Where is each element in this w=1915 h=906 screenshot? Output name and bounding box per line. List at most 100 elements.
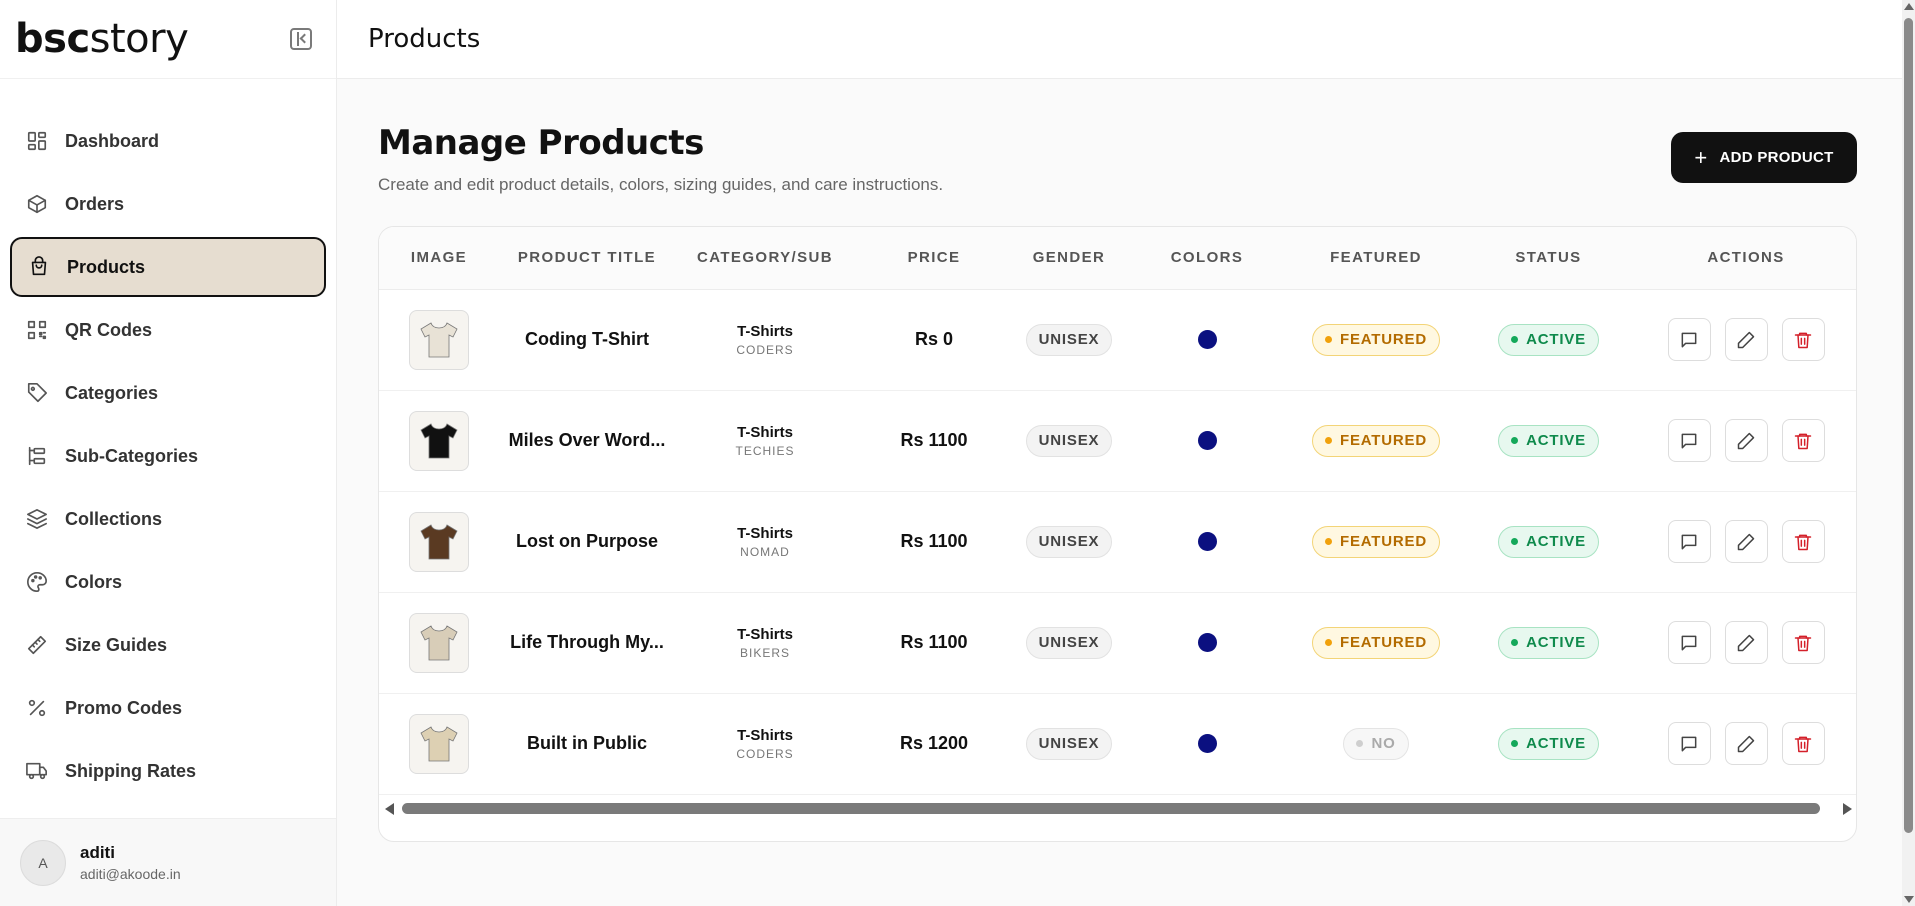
- scroll-up-icon[interactable]: [1904, 3, 1914, 10]
- product-thumbnail[interactable]: [409, 713, 469, 774]
- delete-button[interactable]: [1781, 722, 1825, 765]
- sidebar-item-shipping-rates[interactable]: Shipping Rates: [10, 741, 326, 801]
- pencil-icon: [1736, 431, 1756, 451]
- cell-category: T-Shirts CODERS: [675, 289, 855, 391]
- edit-button[interactable]: [1724, 419, 1768, 462]
- cell-title: Lost on Purpose: [499, 491, 675, 593]
- product-thumbnail[interactable]: [409, 309, 469, 370]
- product-price: Rs 0: [914, 329, 954, 349]
- table-row: Coding T-Shirt T-Shirts CODERS Rs 0 UNISEX FE…: [379, 289, 1856, 391]
- cell-image: [379, 289, 499, 391]
- cell-price: Rs 1100: [855, 592, 1013, 694]
- horizontal-scroll-thumb[interactable]: [402, 803, 1820, 814]
- featured-badge: FEATURED: [1312, 323, 1440, 356]
- sidebar-item-products[interactable]: Products: [10, 237, 326, 297]
- comment-button[interactable]: [1667, 520, 1711, 563]
- sidebar-item-sub-categories[interactable]: Sub-Categories: [10, 426, 326, 486]
- sidebar-item-colors[interactable]: Colors: [10, 552, 326, 612]
- message-icon: [1679, 330, 1699, 350]
- products-table-card: IMAGE PRODUCT TITLE CATEGORY/SUB PRICE GENDE…: [378, 226, 1857, 842]
- edit-button[interactable]: [1724, 722, 1768, 765]
- delete-button[interactable]: [1781, 520, 1825, 563]
- comment-button[interactable]: [1667, 621, 1711, 664]
- sidebar-item-categories[interactable]: Categories: [10, 363, 326, 423]
- delete-button[interactable]: [1781, 318, 1825, 361]
- add-product-button[interactable]: + ADD PRODUCT: [1671, 132, 1857, 183]
- vertical-scrollbar[interactable]: [1902, 0, 1915, 906]
- sidebar-nav: Dashboard Orders Products QR Codes Categorie…: [0, 79, 336, 801]
- product-category: T-Shirts: [737, 625, 793, 643]
- tshirt-image: [420, 321, 458, 357]
- comment-button[interactable]: [1667, 419, 1711, 462]
- message-icon: [1679, 431, 1699, 451]
- column-header-gender: GENDER: [1013, 227, 1125, 290]
- column-header-colors: COLORS: [1125, 227, 1289, 290]
- tshirt-image: [420, 523, 458, 559]
- cell-title: Built in Public: [499, 693, 675, 795]
- cell-category: T-Shirts CODERS: [675, 693, 855, 795]
- column-header-price: PRICE: [855, 227, 1013, 290]
- cell-gender: UNISEX: [1013, 592, 1125, 694]
- sidebar-collapse-icon[interactable]: [290, 28, 312, 50]
- column-header-category-sub: CATEGORY/SUB: [675, 227, 855, 290]
- color-swatch: [1197, 734, 1217, 753]
- message-icon: [1679, 633, 1699, 653]
- cell-gender: UNISEX: [1013, 491, 1125, 593]
- scroll-down-icon[interactable]: [1904, 896, 1914, 903]
- horizontal-scrollbar[interactable]: [379, 798, 1856, 818]
- product-thumbnail[interactable]: [409, 612, 469, 673]
- scroll-left-icon[interactable]: [385, 803, 394, 815]
- color-swatch: [1197, 633, 1217, 652]
- row-actions: [1634, 621, 1856, 664]
- product-thumbnail[interactable]: [409, 410, 469, 471]
- cell-image: [379, 491, 499, 593]
- vertical-scroll-thumb[interactable]: [1904, 18, 1913, 833]
- page-subtitle: Create and edit product details, colors,…: [378, 175, 944, 194]
- status-label: ACTIVE: [1526, 331, 1586, 348]
- delete-button[interactable]: [1781, 621, 1825, 664]
- sidebar-item-orders[interactable]: Orders: [10, 174, 326, 234]
- edit-button[interactable]: [1724, 318, 1768, 361]
- user-profile[interactable]: A aditi aditi@akoode.in: [0, 818, 336, 906]
- comment-button[interactable]: [1667, 318, 1711, 361]
- sidebar-item-size-guides[interactable]: Size Guides: [10, 615, 326, 675]
- scroll-right-icon[interactable]: [1843, 803, 1852, 815]
- message-icon: [1679, 532, 1699, 552]
- sidebar-item-promo-codes[interactable]: Promo Codes: [10, 678, 326, 738]
- sidebar-item-qr-codes[interactable]: QR Codes: [10, 300, 326, 360]
- table-header-row: IMAGE PRODUCT TITLE CATEGORY/SUB PRICE GENDE…: [379, 227, 1856, 290]
- status-badge: ACTIVE: [1498, 424, 1599, 457]
- column-header-product-title: PRODUCT TITLE: [499, 227, 675, 290]
- status-label: ACTIVE: [1526, 634, 1586, 651]
- sidebar-item-label: QR Codes: [65, 319, 153, 340]
- page-title: Manage Products: [378, 123, 704, 163]
- row-actions: [1634, 318, 1856, 361]
- logo[interactable]: bscstory: [15, 16, 189, 62]
- gender-badge: UNISEX: [1025, 727, 1113, 760]
- edit-button[interactable]: [1724, 621, 1768, 664]
- cell-featured: NO: [1289, 693, 1463, 795]
- table-row: Built in Public T-Shirts CODERS Rs 1200 UNIS…: [379, 693, 1856, 795]
- app-root: bscstory Dashboard Orders Products QR Codes…: [0, 0, 1915, 906]
- sidebar-item-label: Colors: [65, 571, 123, 592]
- comment-button[interactable]: [1667, 722, 1711, 765]
- bag-icon: [28, 256, 50, 278]
- featured-label: NO: [1371, 735, 1396, 752]
- tshirt-image: [420, 725, 458, 761]
- cell-price: Rs 1100: [855, 491, 1013, 593]
- sidebar-item-collections[interactable]: Collections: [10, 489, 326, 549]
- sidebar-item-label: Orders: [65, 193, 125, 214]
- dashboard-icon: [26, 130, 48, 152]
- cell-actions: [1634, 592, 1856, 694]
- featured-badge: FEATURED: [1312, 626, 1440, 659]
- sidebar-item-dashboard[interactable]: Dashboard: [10, 111, 326, 171]
- ruler-icon: [26, 634, 48, 656]
- cell-actions: [1634, 289, 1856, 391]
- product-thumbnail[interactable]: [409, 511, 469, 572]
- featured-dot-icon: [1325, 639, 1333, 646]
- delete-button[interactable]: [1781, 419, 1825, 462]
- featured-label: FEATURED: [1340, 634, 1427, 651]
- edit-button[interactable]: [1724, 520, 1768, 563]
- cell-actions: [1634, 390, 1856, 492]
- cell-colors: [1125, 390, 1289, 492]
